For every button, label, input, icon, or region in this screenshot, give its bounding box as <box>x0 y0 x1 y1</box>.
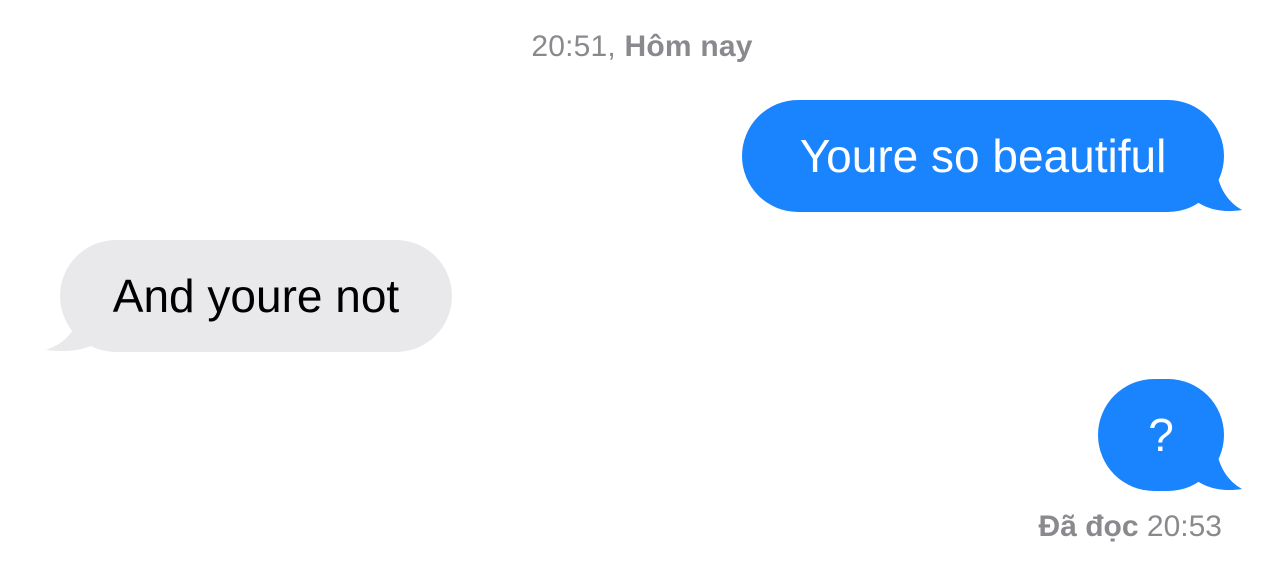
sent-message-bubble[interactable]: Youre so beautiful <box>742 100 1224 212</box>
conversation-timestamp: 20:51, Hôm nay <box>0 30 1284 64</box>
timestamp-day: Hôm nay <box>624 30 753 63</box>
message-text: And youre not <box>112 270 400 322</box>
read-receipt: Đã đọc 20:53 <box>1039 510 1222 544</box>
timestamp-time: 20:51, <box>531 30 616 63</box>
message-text: ? <box>1148 409 1174 461</box>
sent-message-bubble[interactable]: ? <box>1098 379 1224 491</box>
read-receipt-time: 20:53 <box>1146 510 1222 543</box>
received-message-bubble[interactable]: And youre not <box>60 240 452 352</box>
message-text: Youre so beautiful <box>799 130 1167 182</box>
read-receipt-label: Đã đọc <box>1038 510 1139 543</box>
